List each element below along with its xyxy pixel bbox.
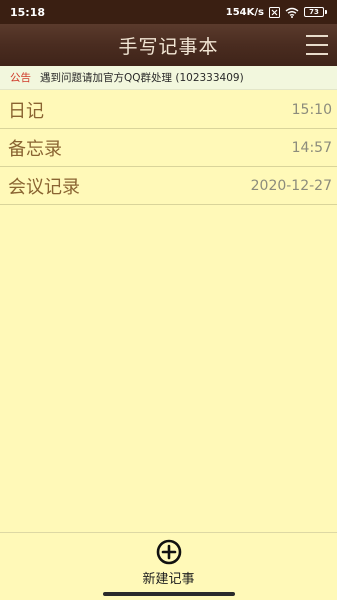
menu-icon[interactable]: [306, 35, 328, 55]
bottom-toolbar: 新建记事: [0, 532, 337, 600]
sim-x-icon: [269, 6, 280, 18]
note-time: 15:10: [291, 101, 332, 118]
note-time: 2020-12-27: [250, 177, 332, 194]
new-note-label: 新建记事: [142, 572, 195, 587]
plus-circle-icon: [155, 539, 181, 565]
notice-bar[interactable]: 公告 遇到问题请加官方QQ群处理 (102333409): [0, 66, 337, 90]
home-indicator[interactable]: [102, 592, 235, 596]
note-title: 备忘录: [8, 138, 62, 160]
note-title: 日记: [8, 100, 44, 122]
app-header: 手写记事本: [0, 24, 337, 66]
notice-text: 遇到问题请加官方QQ群处理 (102333409): [40, 72, 244, 84]
list-item[interactable]: 备忘录 14:57: [0, 129, 337, 167]
status-bar: 15:18 154K/s 73: [0, 0, 337, 24]
wifi-icon: [285, 7, 299, 18]
note-list: 日记 15:10 备忘录 14:57 会议记录 2020-12-27: [0, 91, 337, 205]
status-time: 15:18: [10, 5, 46, 19]
network-speed: 154K/s: [225, 6, 264, 18]
list-item[interactable]: 日记 15:10: [0, 91, 337, 129]
battery-icon: 73: [304, 7, 327, 17]
status-indicators: 154K/s 73: [225, 6, 327, 18]
note-title: 会议记录: [8, 176, 80, 198]
new-note-button[interactable]: 新建记事: [142, 539, 195, 587]
note-time: 14:57: [291, 139, 332, 156]
battery-level: 73: [304, 7, 324, 17]
notice-label: 公告: [10, 72, 31, 84]
page-title: 手写记事本: [118, 35, 219, 58]
list-item[interactable]: 会议记录 2020-12-27: [0, 167, 337, 205]
